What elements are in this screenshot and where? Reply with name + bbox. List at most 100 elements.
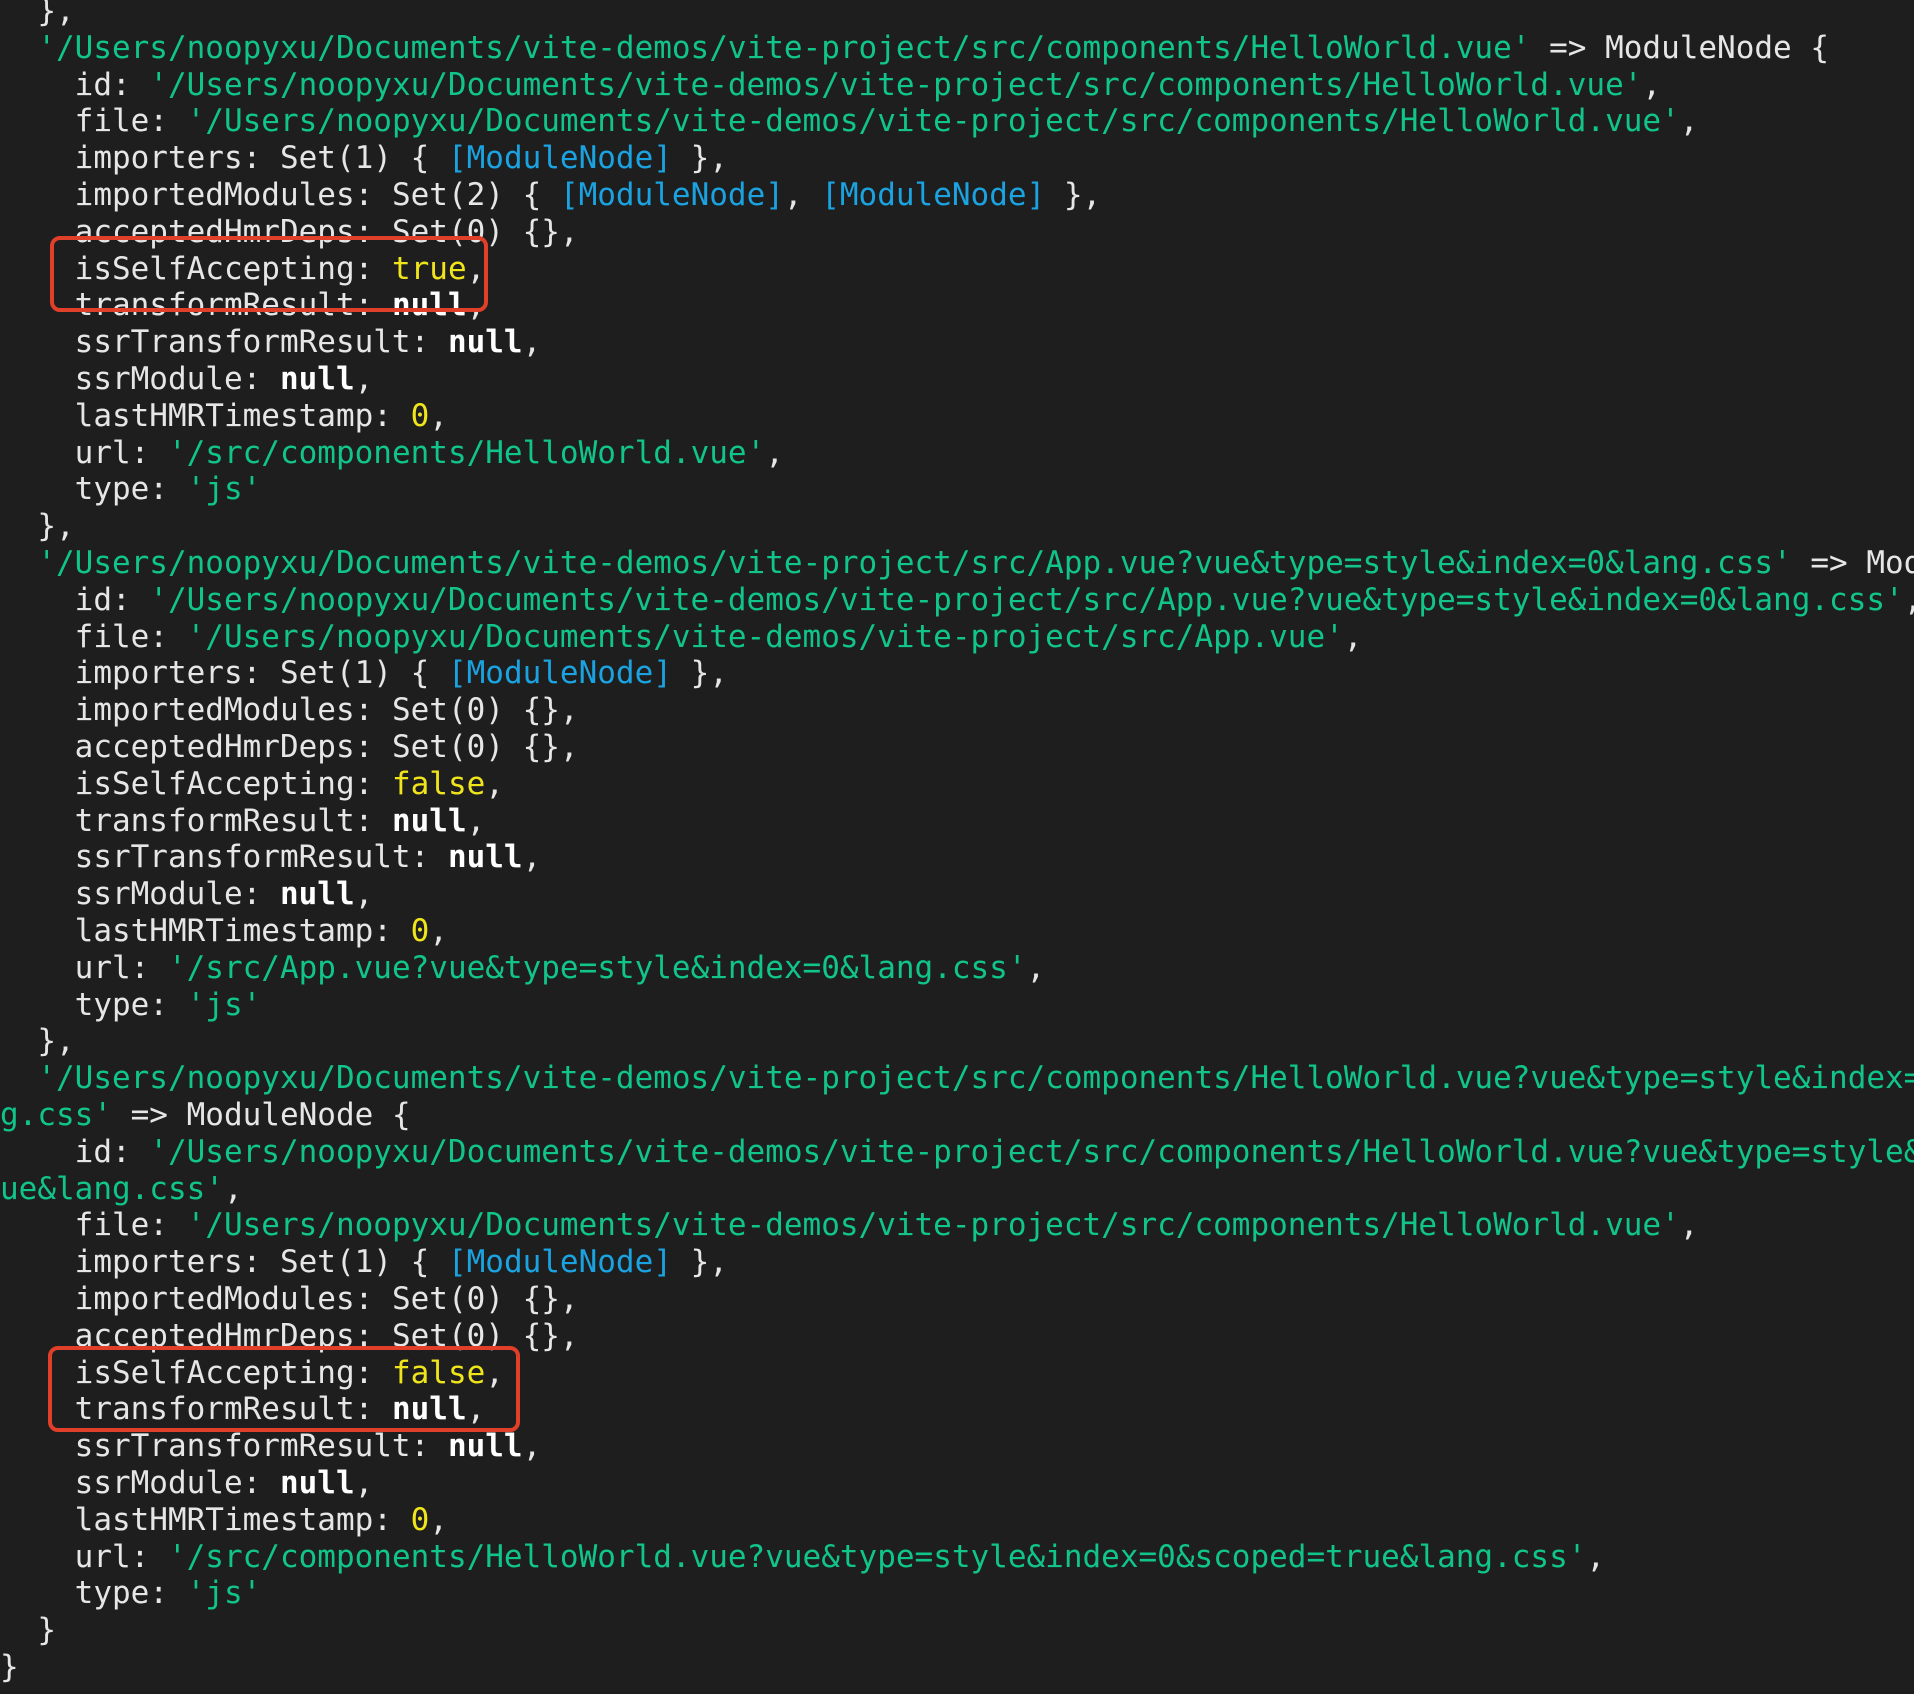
punctuation: :	[149, 471, 187, 508]
terminal-line: ssrTransformResult: null,	[0, 324, 542, 361]
punctuation: :	[354, 1391, 392, 1428]
terminal-line: transformResult: null,	[0, 802, 486, 840]
class-ref: [ModuleNode]	[559, 177, 784, 213]
literal-value: false	[391, 765, 486, 802]
class-ref: [ModuleNode]	[447, 655, 672, 692]
terminal-line: ue&lang.css',	[0, 1171, 243, 1208]
punctuation: :	[373, 1501, 411, 1538]
property-key: importedModules	[74, 692, 355, 729]
punctuation: ,	[1586, 1538, 1606, 1575]
terminal-line: acceptedHmrDeps: Set(0) {},	[0, 214, 579, 251]
punctuation: ,	[485, 765, 504, 802]
null-keyword: null	[391, 802, 467, 839]
terminal-line: importers: Set(1) { [ModuleNode] },	[0, 140, 728, 177]
punctuation: },	[1045, 177, 1102, 213]
terminal-line: url: '/src/components/HelloWorld.vue',	[0, 435, 784, 472]
string-literal: 'js'	[186, 471, 262, 508]
terminal-line: ssrTransformResult: null,	[0, 839, 542, 876]
punctuation: : Set(1) {	[242, 140, 448, 177]
terminal-line: file: '/Users/noopyxu/Documents/vite-dem…	[0, 618, 1363, 656]
punctuation: }	[37, 1612, 56, 1649]
property-key: id	[74, 581, 112, 618]
null-keyword: null	[279, 876, 355, 913]
punctuation: :	[111, 1133, 150, 1170]
punctuation: :	[354, 765, 392, 802]
terminal-line: },	[0, 0, 74, 30]
null-keyword: null	[447, 839, 523, 876]
punctuation: :	[130, 1538, 168, 1575]
literal-value: 0	[410, 397, 430, 434]
terminal-line: ssrModule: null,	[0, 361, 374, 398]
terminal-line: type: 'js'	[0, 471, 262, 508]
string-literal: '/Users/noopyxu/Documents/vite-demos/vit…	[186, 103, 1680, 140]
terminal-line: type: 'js'	[0, 986, 262, 1024]
property-key: importers	[74, 655, 243, 692]
terminal-line: url: '/src/components/HelloWorld.vue?vue…	[0, 1539, 1605, 1576]
punctuation: => ModuleNode {	[1810, 545, 1914, 581]
literal-value: false	[391, 1354, 486, 1391]
punctuation: : Set(0) {},	[354, 692, 579, 729]
punctuation: :	[149, 1207, 187, 1244]
property-key: url	[74, 1538, 131, 1575]
literal-value: 0	[410, 913, 430, 949]
terminal-line: importers: Set(1) { [ModuleNode] },	[0, 655, 728, 692]
punctuation: ,	[765, 434, 784, 471]
terminal-line: },	[0, 508, 75, 545]
terminal-line: file: '/Users/noopyxu/Documents/vite-dem…	[0, 103, 1699, 140]
punctuation: :	[149, 618, 187, 655]
terminal-line: ssrModule: null,	[0, 1465, 374, 1502]
property-key: lastHMRTimestamp	[74, 1501, 374, 1538]
punctuation: },	[671, 140, 728, 177]
terminal-line: url: '/src/App.vue?vue&type=style&index=…	[0, 950, 1046, 987]
property-key: type	[74, 986, 150, 1023]
property-key: lastHMRTimestamp	[74, 397, 374, 434]
terminal-line: importedModules: Set(2) { [ModuleNode], …	[0, 177, 1102, 214]
property-key: isSelfAccepting	[74, 765, 355, 802]
punctuation: ,	[466, 802, 486, 839]
terminal-line: acceptedHmrDeps: Set(0) {},	[0, 1318, 579, 1355]
null-keyword: null	[447, 324, 523, 361]
punctuation: : Set(0) {},	[354, 213, 579, 250]
literal-value: 0	[410, 1501, 430, 1538]
punctuation: :	[242, 1465, 280, 1501]
string-literal: '/Users/noopyxu/Documents/vite-demos/vit…	[149, 581, 1904, 618]
punctuation: },	[37, 508, 75, 545]
punctuation: :	[410, 324, 448, 361]
string-literal: 'js'	[186, 1575, 262, 1612]
punctuation: ,	[522, 1428, 542, 1465]
class-ref: [ModuleNode]	[821, 177, 1046, 213]
property-key: lastHMRTimestamp	[74, 913, 374, 949]
property-key: transformResult	[74, 287, 355, 324]
punctuation: ,	[1679, 103, 1699, 140]
terminal-line: '/Users/noopyxu/Documents/vite-demos/vit…	[0, 545, 1914, 582]
property-key: ssrTransformResult	[74, 839, 411, 876]
property-key: file	[74, 103, 150, 140]
null-keyword: null	[279, 361, 355, 397]
punctuation: :	[242, 876, 280, 913]
punctuation: => ModuleNode {	[1530, 29, 1830, 66]
